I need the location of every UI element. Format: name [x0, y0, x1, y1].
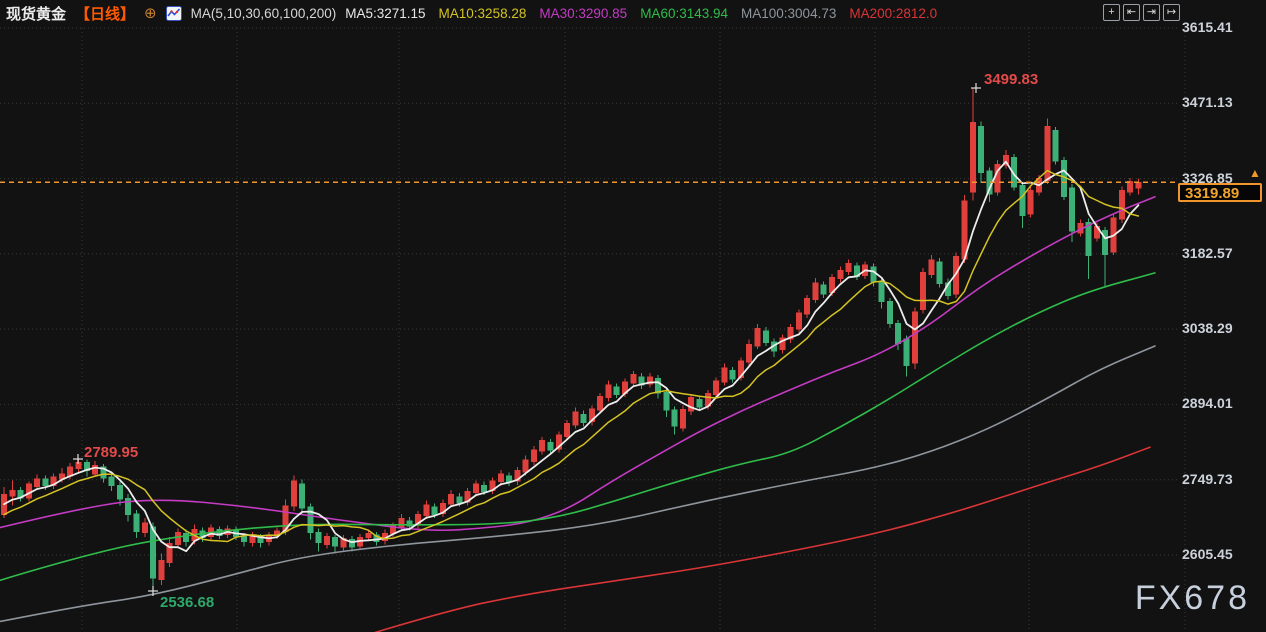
- y-axis-tick-label: 2894.01: [1182, 395, 1233, 412]
- ma-readout-ma5: MA5:3271.15: [345, 6, 426, 21]
- ma-readouts: MA5:3271.15 MA10:3258.28 MA30:3290.85 MA60:…: [345, 6, 937, 21]
- add-indicator-icon[interactable]: ⊕: [144, 6, 157, 21]
- symbol-name: 现货黄金: [6, 6, 67, 23]
- ma-readout-ma30: MA30:3290.85: [539, 6, 628, 21]
- watermark: FX678: [1134, 579, 1250, 617]
- chart-app: 3499.83 2789.95 2536.68 现货黄金 【日线】 ⊕ MA(5,1…: [0, 0, 1266, 632]
- chart-type-icon[interactable]: [165, 6, 182, 21]
- ma-readout-ma100: MA100:3004.73: [741, 6, 837, 21]
- pan-right-icon[interactable]: ↦: [1163, 4, 1180, 21]
- ma-params-label: MA(5,10,30,60,100,200): [190, 6, 337, 21]
- price-alert-arrow-icon[interactable]: ▲: [1249, 166, 1261, 180]
- chart-header: 现货黄金 【日线】 ⊕ MA(5,10,30,60,100,200) MA5:3…: [0, 0, 1266, 27]
- extreme-price-label: 2789.95: [84, 444, 138, 461]
- chart-toolbar: + ⇤ ⇥ ↦: [1103, 4, 1180, 21]
- extreme-price-label: 3499.83: [984, 71, 1038, 88]
- price-chart-canvas[interactable]: 3499.83 2789.95 2536.68: [0, 0, 1266, 632]
- y-axis-tick-label: 3038.29: [1182, 320, 1233, 337]
- current-price-tag: 3319.89: [1178, 183, 1262, 202]
- y-axis-tick-label: 2605.45: [1182, 545, 1233, 562]
- ma-readout-ma200: MA200:2812.0: [849, 6, 938, 21]
- y-axis-tick-label: 2749.73: [1182, 470, 1233, 487]
- ma-readout-ma10: MA10:3258.28: [438, 6, 527, 21]
- chart-background: [0, 0, 1266, 632]
- scale-right-icon[interactable]: ⇥: [1143, 4, 1160, 21]
- timeframe-label[interactable]: 【日线】: [75, 3, 135, 24]
- y-axis-tick-label: 3471.13: [1182, 94, 1233, 111]
- y-axis-tick-label: 3182.57: [1182, 244, 1233, 261]
- ma-readout-ma60: MA60:3143.94: [640, 6, 729, 21]
- scale-left-icon[interactable]: ⇤: [1123, 4, 1140, 21]
- move-icon[interactable]: +: [1103, 4, 1120, 21]
- extreme-price-label: 2536.68: [160, 594, 214, 611]
